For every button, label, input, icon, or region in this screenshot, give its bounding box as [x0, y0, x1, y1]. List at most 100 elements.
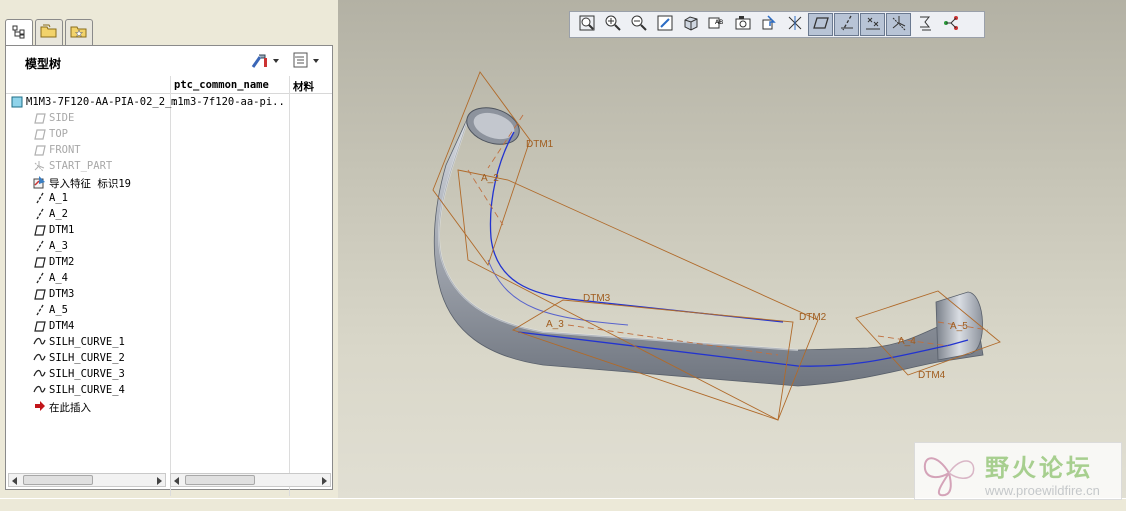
tab-favorites[interactable]: [65, 19, 93, 45]
chevron-down-icon: [313, 59, 319, 63]
plane-display-button[interactable]: [808, 13, 833, 36]
datum-axis-icon: [33, 272, 46, 284]
tree-root-row[interactable]: M1M3-7F120-AA-PIA-02_2_: m1m3-7f120-aa-p…: [6, 94, 332, 110]
tree-item-top[interactable]: TOP: [6, 126, 332, 142]
view-manager-button[interactable]: [730, 13, 755, 36]
svg-text:AB: AB: [715, 19, 723, 26]
watermark-title: 野火论坛: [985, 454, 1093, 482]
csys-display-button[interactable]: [886, 13, 911, 36]
curve-icon: [33, 352, 46, 364]
datum-label: A_5: [950, 321, 968, 332]
tree-horizontal-scrollbar-left[interactable]: [8, 473, 166, 487]
navigator-pane: 模型树 ptc_common_name 材料 M1M3-7F120-AA-PIA…: [0, 0, 338, 498]
saved-views-button[interactable]: AB: [704, 13, 729, 36]
tree-item-silh-curve-3[interactable]: SILH_CURVE_3: [6, 366, 332, 382]
graphics-window[interactable]: DTM1 A_2 DTM3 A_3 DTM2 A_4 DTM4 A_5 AB: [338, 0, 1126, 498]
repaint-icon: [656, 14, 674, 35]
csys-display-icon: [890, 14, 908, 35]
tree-item-label: SIDE: [49, 112, 75, 124]
tree-item-a-3[interactable]: A_3: [6, 238, 332, 254]
column-header-common-name[interactable]: ptc_common_name: [174, 79, 269, 91]
tree-item-label: A_2: [49, 208, 68, 220]
silhouette-curves: [487, 131, 969, 367]
model-tree-panel: 模型树 ptc_common_name 材料 M1M3-7F120-AA-PIA…: [5, 45, 333, 496]
tab-model-tree[interactable]: [5, 19, 33, 46]
saved-views-icon: AB: [707, 14, 727, 35]
tree-item-label: A_1: [49, 192, 68, 204]
view-manager-icon: [734, 14, 752, 35]
axis-display-icon: [838, 14, 856, 35]
datum-plane-icon: [33, 224, 46, 236]
scroll-left-icon[interactable]: [174, 477, 179, 485]
tree-item-label: 在此插入: [49, 402, 91, 414]
chevron-down-icon: [273, 59, 279, 63]
tree-item-label: TOP: [49, 128, 68, 140]
datum-plane-icon: [33, 320, 46, 332]
manikin-button[interactable]: [938, 13, 963, 36]
tab-folder-browser[interactable]: [35, 19, 63, 45]
datum-label: DTM2: [799, 312, 827, 323]
import-feature-icon: [33, 175, 46, 188]
spin-center-icon: [786, 14, 804, 35]
model-viewport[interactable]: DTM1 A_2 DTM3 A_3 DTM2 A_4 DTM4 A_5: [338, 0, 1126, 498]
model-tree-icon: [12, 25, 26, 42]
tree-item-dtm3[interactable]: DTM3: [6, 286, 332, 302]
tree-item-dtm2[interactable]: DTM2: [6, 254, 332, 270]
tree-item-a-4[interactable]: A_4: [6, 270, 332, 286]
column-header-material[interactable]: 材料: [293, 79, 314, 94]
tree-column-headers: ptc_common_name 材料: [6, 76, 332, 94]
tree-item-silh-curve-2[interactable]: SILH_CURVE_2: [6, 350, 332, 366]
display-style-icon: [682, 14, 700, 35]
datum-plane-icon: [33, 128, 46, 140]
tree-item-start-part[interactable]: START_PART: [6, 158, 332, 174]
butterfly-logo-icon: [923, 457, 975, 497]
watermark-url: www.proewildfire.cn: [985, 483, 1100, 498]
tree-item-a-5[interactable]: A_5: [6, 302, 332, 318]
model-tree-title: 模型树: [25, 57, 62, 71]
tree-item-dtm4[interactable]: DTM4: [6, 318, 332, 334]
display-style-button[interactable]: [678, 13, 703, 36]
refit-button[interactable]: [574, 13, 599, 36]
tree-item-dtm1[interactable]: DTM1: [6, 222, 332, 238]
curve-icon: [33, 336, 46, 348]
tree-item-label: A_5: [49, 304, 68, 316]
tree-item-label: DTM2: [49, 256, 75, 268]
forum-watermark: 野火论坛 www.proewildfire.cn: [914, 442, 1122, 500]
tree-item-front[interactable]: FRONT: [6, 142, 332, 158]
zoom-in-button[interactable]: [600, 13, 625, 36]
tree-item-label: 导入特征 标识19: [49, 178, 131, 190]
tree-item-label: DTM4: [49, 320, 75, 332]
tree-root-label: M1M3-7F120-AA-PIA-02_2_:: [26, 96, 178, 108]
axis-display-button[interactable]: [834, 13, 859, 36]
scroll-left-icon[interactable]: [12, 477, 17, 485]
scroll-right-icon[interactable]: [322, 477, 327, 485]
tree-item-silh-curve-1[interactable]: SILH_CURVE_1: [6, 334, 332, 350]
datum-label: A_3: [546, 319, 564, 330]
tree-show-button[interactable]: [292, 51, 322, 71]
tree-settings-button[interactable]: [250, 51, 280, 71]
annotation-display-button[interactable]: [912, 13, 937, 36]
orient-button[interactable]: [756, 13, 781, 36]
tree-item-19[interactable]: 导入特征 标识19: [6, 174, 332, 190]
tree-item-a-2[interactable]: A_2: [6, 206, 332, 222]
point-display-button[interactable]: [860, 13, 885, 36]
tree-item-a-1[interactable]: A_1: [6, 190, 332, 206]
repaint-button[interactable]: [652, 13, 677, 36]
scrollbar-thumb[interactable]: [23, 475, 93, 485]
spin-center-button[interactable]: [782, 13, 807, 36]
tree-item-side[interactable]: SIDE: [6, 110, 332, 126]
datum-plane-icon: [33, 288, 46, 300]
tree-horizontal-scrollbar-right[interactable]: [170, 473, 331, 487]
tree-item[interactable]: 在此插入: [6, 398, 332, 414]
scroll-right-icon[interactable]: [157, 477, 162, 485]
refit-icon: [578, 14, 596, 35]
datum-axis-icon: [33, 208, 46, 220]
view-toolbar: AB: [569, 11, 985, 38]
scrollbar-thumb[interactable]: [185, 475, 255, 485]
zoom-out-button[interactable]: [626, 13, 651, 36]
folder-icon: [40, 23, 58, 42]
tree-item-silh-curve-4[interactable]: SILH_CURVE_4: [6, 382, 332, 398]
datum-plane-icon: [33, 144, 46, 156]
curve-icon: [33, 384, 46, 396]
plane-display-icon: [812, 14, 830, 35]
